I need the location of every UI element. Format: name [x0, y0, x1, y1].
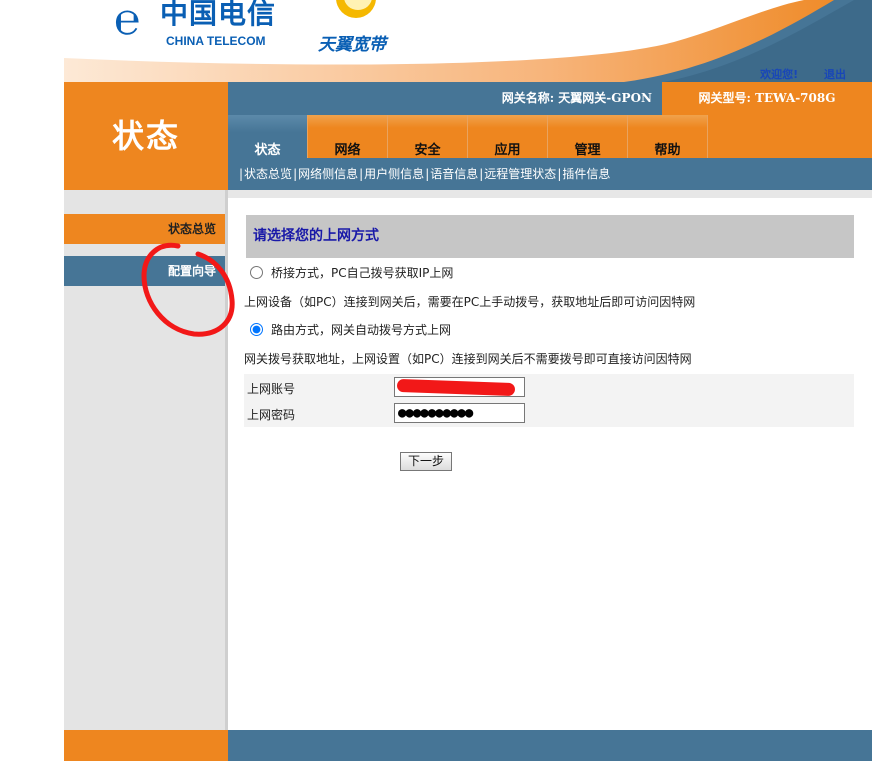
subnav-status-overview[interactable]: 状态总览: [244, 167, 292, 181]
subnav-user-info[interactable]: 用户侧信息: [364, 167, 424, 181]
subnav-plugin-info[interactable]: 插件信息: [562, 167, 610, 181]
subnav-network-info[interactable]: 网络侧信息: [298, 167, 358, 181]
subnav-voice-info[interactable]: 语音信息: [430, 167, 478, 181]
gateway-model: 网关型号: TEWA-708G: [698, 91, 836, 105]
route-description: 网关拨号获取地址，上网设置（如PC）连接到网关后不需要拨号即可直接访问因特网: [244, 352, 692, 366]
subnav-separator: |: [359, 167, 364, 181]
route-radio[interactable]: [250, 323, 263, 336]
redaction-mark: [396, 378, 516, 396]
main-content: 请选择您的上网方式 桥接方式，PC自己拨号获取IP上网 上网设备（如PC）连接到…: [228, 190, 872, 730]
account-input[interactable]: [394, 377, 525, 397]
tab-network[interactable]: 网络: [308, 115, 388, 158]
subnav-separator: |: [425, 167, 430, 181]
red-circle-annotation: [141, 242, 235, 337]
password-label: 上网密码: [247, 408, 296, 422]
subnav-separator: |: [479, 167, 484, 181]
route-label: 路由方式，网关自动拨号方式上网: [271, 323, 452, 337]
tab-application[interactable]: 应用: [468, 115, 548, 158]
subnav-separator: |: [239, 167, 244, 181]
footer-left: [64, 730, 228, 761]
password-row: 上网密码 ●●●●●●●●●●: [244, 401, 854, 426]
gateway-name: 网关名称: 天翼网关-GPON: [228, 82, 662, 115]
subnav-separator: |: [557, 167, 562, 181]
section-title: 状态: [64, 82, 228, 190]
password-input[interactable]: ●●●●●●●●●●: [394, 403, 525, 423]
credentials-form: 上网账号 上网密码 ●●●●●●●●●●: [244, 374, 854, 427]
main-tabs: 状态 网络 安全 应用 管理 帮助: [228, 115, 708, 158]
logo-product-text: 天翼宽带: [318, 35, 386, 55]
page-title: 请选择您的上网方式: [246, 215, 854, 258]
next-button[interactable]: 下一步: [400, 452, 452, 471]
tab-status[interactable]: 状态: [228, 115, 308, 158]
top-links: 欢迎您! 退出: [738, 66, 846, 82]
bridge-label: 桥接方式，PC自己拨号获取IP上网: [271, 266, 454, 280]
account-row: 上网账号: [244, 375, 854, 400]
logout-link[interactable]: 退出: [824, 68, 846, 81]
password-mask: ●●●●●●●●●●: [398, 405, 473, 421]
option-route-row: 路由方式，网关自动拨号方式上网: [248, 321, 451, 338]
logo-cn-text: 中国电信: [160, 0, 277, 30]
bridge-radio[interactable]: [250, 266, 263, 279]
tab-help[interactable]: 帮助: [628, 115, 708, 158]
sub-navigation: |状态总览|网络侧信息|用户侧信息|语音信息|远程管理状态|插件信息: [228, 158, 872, 190]
logo-en-text: CHINA TELECOM: [166, 34, 266, 48]
footer-right: [228, 730, 872, 761]
option-bridge-row: 桥接方式，PC自己拨号获取IP上网: [248, 264, 453, 281]
subnav-separator: |: [293, 167, 298, 181]
bridge-description: 上网设备（如PC）连接到网关后，需要在PC上手动拨号，获取地址后即可访问因特网: [244, 295, 696, 309]
tab-management[interactable]: 管理: [548, 115, 628, 158]
banner: ℮ 中国电信 CHINA TELECOM 天翼宽带 欢迎您! 退出: [64, 0, 872, 82]
tianyi-broadband-logo: 天翼宽带: [318, 0, 408, 56]
tab-security[interactable]: 安全: [388, 115, 468, 158]
content-top-bar: [228, 190, 872, 198]
welcome-link[interactable]: 欢迎您!: [760, 68, 798, 81]
account-label: 上网账号: [247, 382, 296, 396]
telecom-e-icon: ℮: [114, 0, 141, 45]
subnav-remote-mgmt[interactable]: 远程管理状态: [484, 167, 556, 181]
